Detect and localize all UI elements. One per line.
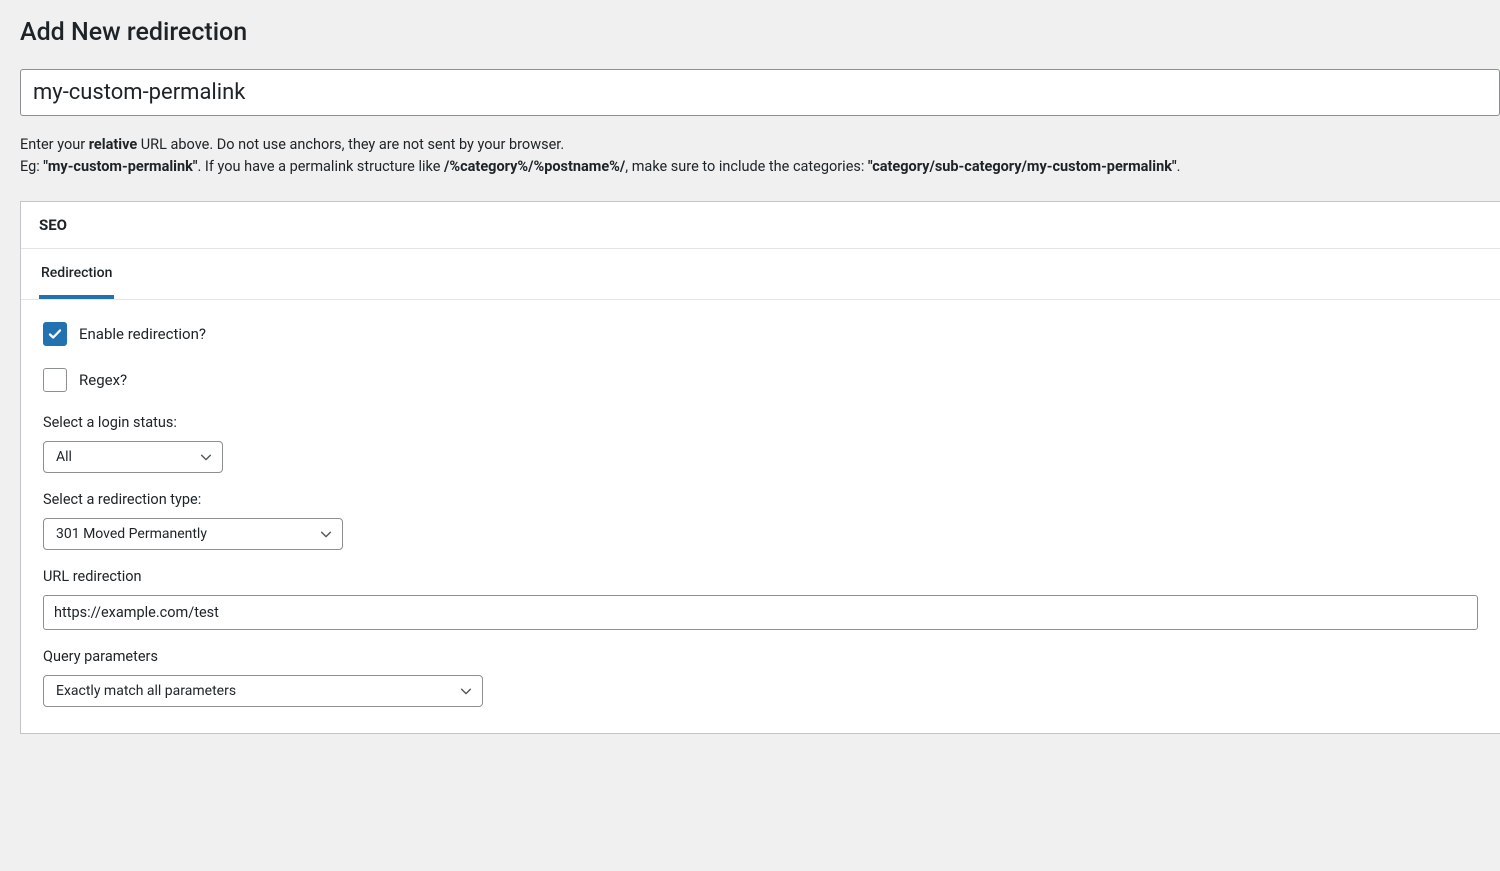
url-redirection-input[interactable]	[43, 595, 1478, 630]
hint-example1: "my-custom-permalink"	[43, 158, 197, 175]
login-status-label: Select a login status:	[43, 414, 1478, 431]
enable-redirection-label: Enable redirection?	[79, 325, 206, 343]
hint-example2: "category/sub-category/my-custom-permali…	[868, 158, 1177, 175]
redirection-source-input[interactable]	[20, 69, 1500, 116]
login-status-select[interactable]: All	[43, 441, 223, 473]
hint-after-relative: URL above. Do not use anchors, they are …	[137, 136, 564, 153]
seo-panel: SEO Redirection Enable redirection? Rege…	[20, 201, 1500, 734]
enable-redirection-checkbox[interactable]	[43, 322, 67, 346]
hint-prefix: Enter your	[20, 136, 89, 153]
hint-pattern: /%category%/%postname%/	[444, 158, 625, 175]
login-status-field: Select a login status: All	[43, 414, 1478, 473]
hint-middle2: , make sure to include the categories:	[625, 158, 868, 175]
panel-tabs: Redirection	[21, 249, 1500, 300]
tab-redirection[interactable]: Redirection	[39, 249, 114, 299]
regex-row: Regex?	[43, 368, 1478, 392]
page-title: Add New redirection	[20, 18, 1500, 47]
query-params-field: Query parameters Exactly match all param…	[43, 648, 1478, 707]
enable-redirection-row: Enable redirection?	[43, 322, 1478, 346]
panel-header[interactable]: SEO	[21, 202, 1500, 249]
hint-line2-prefix: Eg:	[20, 158, 43, 175]
query-params-select[interactable]: Exactly match all parameters	[43, 675, 483, 707]
redirection-type-select[interactable]: 301 Moved Permanently	[43, 518, 343, 550]
hint-suffix: .	[1177, 158, 1181, 175]
redirection-type-label: Select a redirection type:	[43, 491, 1478, 508]
query-params-label: Query parameters	[43, 648, 1478, 665]
redirection-type-field: Select a redirection type: 301 Moved Per…	[43, 491, 1478, 550]
panel-body: Enable redirection? Regex? Select a logi…	[21, 300, 1500, 733]
hint-relative: relative	[89, 136, 137, 153]
url-redirection-label: URL redirection	[43, 568, 1478, 585]
url-redirection-field: URL redirection	[43, 568, 1478, 630]
check-icon	[47, 326, 63, 342]
hint-middle1: . If you have a permalink structure like	[198, 158, 445, 175]
regex-label: Regex?	[79, 371, 127, 389]
regex-checkbox[interactable]	[43, 368, 67, 392]
hint-text: Enter your relative URL above. Do not us…	[20, 134, 1500, 179]
